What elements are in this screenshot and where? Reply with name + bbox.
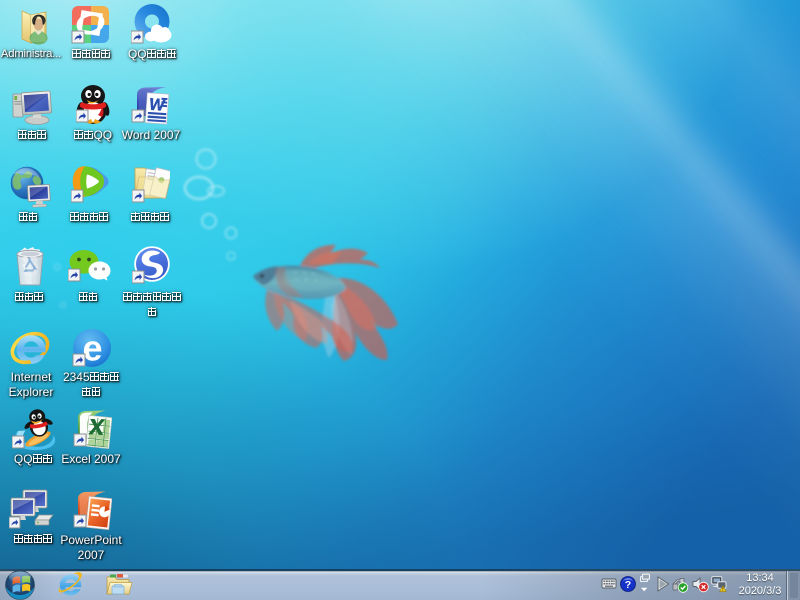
svg-text:?: ? — [625, 579, 631, 591]
